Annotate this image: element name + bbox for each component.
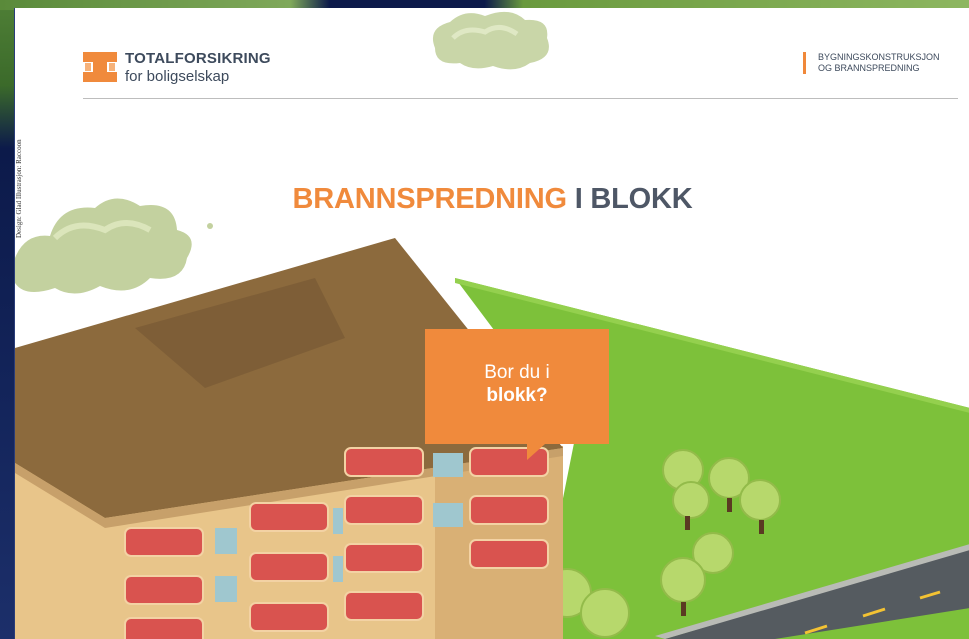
cta-speech-bubble[interactable]: Bor du i blokk? — [425, 329, 609, 460]
cta-line-1: Bor du i — [484, 362, 550, 383]
title-part-1: BRANNSPREDNING — [292, 183, 567, 215]
brand-subtitle: for boligselskap — [125, 68, 230, 85]
page-header: TOTALFORSIKRING for boligselskap BYGNING… — [83, 50, 958, 99]
topic-line-1: BYGNINGSKONSTRUKSJON — [818, 52, 940, 62]
topic-label: BYGNINGSKONSTRUKSJON OG BRANNSPREDNING — [803, 52, 958, 74]
title-part-2: I BLOKK — [574, 183, 693, 215]
apartment-block-illustration — [15, 11, 969, 639]
brand-name: TOTALFORSIKRING — [125, 50, 271, 67]
brochure-page: Design: Glad Illustrasjon: Raccoon TOTAL… — [14, 8, 969, 639]
brand-logo-icon — [83, 52, 117, 82]
topic-line-2: OG BRANNSPREDNING — [818, 63, 920, 73]
background-left-strip — [0, 10, 14, 639]
page-title: BRANNSPREDNING I BLOKK — [15, 183, 969, 216]
cta-line-2: blokk? — [486, 385, 548, 406]
